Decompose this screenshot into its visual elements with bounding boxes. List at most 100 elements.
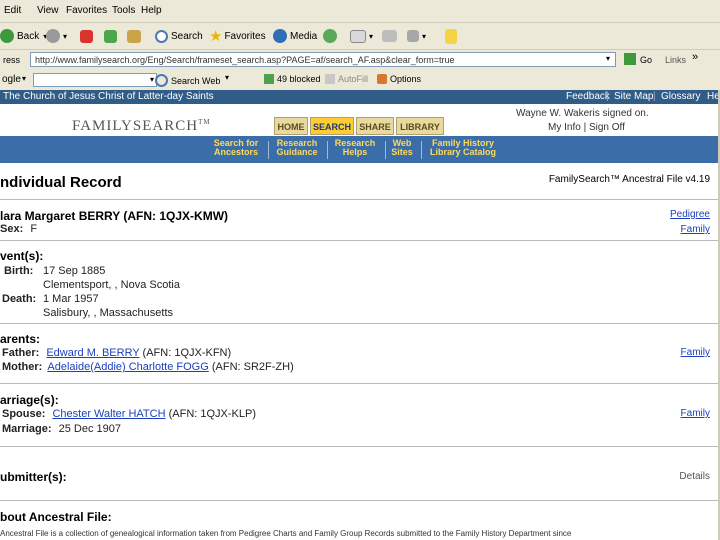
divider: [0, 199, 720, 200]
links-label[interactable]: Links: [665, 55, 686, 65]
print-icon: [382, 30, 397, 42]
options-button[interactable]: Options: [377, 74, 421, 84]
spouse-label: Spouse:: [2, 408, 46, 420]
mail-button[interactable]: ▾: [350, 26, 373, 46]
marriage-family-link[interactable]: Family: [681, 408, 710, 419]
nav-label-line2: Library Catalog: [429, 147, 496, 157]
stop-button[interactable]: [80, 26, 96, 46]
print-button[interactable]: [382, 26, 400, 46]
my-info-link[interactable]: My Info: [548, 122, 581, 133]
nav-label-line2: Ancestors: [213, 147, 258, 157]
menu-view[interactable]: View: [37, 5, 59, 16]
back-label: Back: [17, 30, 40, 42]
chevron-down-icon[interactable]: ▾: [422, 32, 426, 41]
search-web-label: Search Web: [171, 75, 221, 86]
menu-edit[interactable]: Edit: [4, 5, 21, 16]
history-button[interactable]: [323, 26, 340, 46]
sign-off-link[interactable]: Sign Off: [589, 122, 625, 133]
mother-label: Mother:: [2, 361, 43, 373]
menu-tools[interactable]: Tools: [112, 5, 135, 16]
feedback-link[interactable]: Feedback: [566, 91, 610, 102]
death-place: Salisbury, , Massachusetts: [43, 307, 174, 319]
sex-value: F: [30, 223, 38, 235]
address-bar: ress http://www.familysearch.org/Eng/Sea…: [0, 50, 720, 72]
events-heading: vent(s):: [0, 249, 44, 263]
home-icon: [127, 29, 141, 43]
tab-library[interactable]: LIBRARY: [396, 117, 444, 135]
menu-favorites[interactable]: Favorites: [66, 5, 107, 16]
tab-search[interactable]: SEARCH: [310, 117, 354, 135]
go-button[interactable]: Go: [640, 55, 652, 65]
chevron-right-icon[interactable]: »: [692, 51, 698, 63]
nav-label-line2: Guidance: [276, 147, 318, 157]
details-link[interactable]: Details: [679, 471, 710, 482]
chevron-down-icon[interactable]: ▾: [606, 54, 610, 63]
nav-web-sites[interactable]: Web Sites: [388, 139, 416, 157]
spouse-name-link[interactable]: Chester Walter HATCH: [52, 408, 165, 420]
popup-blocker-button[interactable]: 49 blocked: [264, 74, 321, 84]
media-button[interactable]: Media: [273, 26, 317, 46]
family-link[interactable]: Family: [681, 224, 710, 235]
divider: [0, 500, 720, 501]
site-map-link[interactable]: Site Map: [614, 91, 653, 102]
divider: [0, 383, 720, 384]
popup-blocked-count: 49 blocked: [277, 74, 321, 84]
google-label: ogle: [2, 74, 21, 85]
parents-family-link[interactable]: Family: [681, 347, 710, 358]
familysearch-logo[interactable]: FAMILYSEARCHTM: [72, 118, 211, 135]
home-button[interactable]: [127, 26, 144, 46]
mother-name-link[interactable]: Adelaide(Addie) Charlotte FOGG: [47, 361, 208, 373]
marriage-row: Marriage: 25 Dec 1907: [2, 423, 121, 435]
about-heading: bout Ancestral File:: [0, 510, 112, 524]
popup-blocker-icon: [264, 74, 274, 84]
stop-icon: [80, 29, 93, 43]
nav-label-line2: Sites: [391, 147, 413, 157]
chevron-down-icon[interactable]: ▾: [150, 75, 154, 84]
site-top-strip: The Church of Jesus Christ of Latter-day…: [0, 90, 720, 104]
pedigree-link[interactable]: Pedigree: [670, 209, 710, 220]
back-button[interactable]: Back ▾: [0, 26, 47, 46]
ancestral-file-version: FamilySearch™ Ancestral File v4.19: [548, 174, 710, 185]
church-name: The Church of Jesus Christ of Latter-day…: [3, 91, 214, 102]
address-input[interactable]: http://www.familysearch.org/Eng/Search/f…: [30, 52, 616, 67]
nav-research-helps[interactable]: Research Helps: [330, 139, 380, 157]
search-button[interactable]: Search: [155, 26, 203, 46]
edit-page-button[interactable]: ▾: [407, 26, 426, 46]
tab-share[interactable]: SHARE: [356, 117, 394, 135]
refresh-icon: [104, 29, 117, 43]
page-title: ndividual Record: [0, 174, 122, 191]
favorites-button[interactable]: ★ Favorites: [209, 26, 266, 46]
glossary-link[interactable]: Glossary: [661, 91, 700, 102]
refresh-button[interactable]: [104, 26, 120, 46]
divider: [0, 323, 720, 324]
father-label: Father:: [2, 347, 40, 359]
logo-text: FAMILYSEARCH: [72, 118, 199, 134]
messenger-button[interactable]: [445, 26, 460, 46]
nav-research-guidance[interactable]: Research Guidance: [272, 139, 322, 157]
address-label: ress: [3, 55, 21, 65]
nav-family-history-library-catalog[interactable]: Family History Library Catalog: [424, 139, 502, 157]
menu-help[interactable]: Help: [141, 5, 162, 16]
chevron-down-icon[interactable]: ▾: [225, 73, 229, 82]
sex-row: Sex: F: [0, 223, 37, 235]
forward-button[interactable]: ▾: [46, 26, 67, 46]
chevron-down-icon[interactable]: ▾: [63, 32, 67, 41]
search-web-button[interactable]: Search Web: [155, 74, 220, 87]
mother-row: Mother: Adelaide(Addie) Charlotte FOGG (…: [2, 361, 294, 373]
father-name-link[interactable]: Edward M. BERRY: [46, 347, 139, 359]
mail-icon: [350, 29, 366, 43]
autofill-button[interactable]: AutoFill: [325, 74, 368, 84]
options-icon: [377, 74, 387, 84]
search-icon: [155, 29, 168, 43]
chevron-down-icon[interactable]: ▾: [369, 32, 373, 41]
father-afn: (AFN: 1QJX-KFN): [142, 347, 232, 359]
nav-search-ancestors[interactable]: Search for Ancestors: [208, 139, 264, 157]
spouse-afn: (AFN: 1QJX-KLP): [168, 408, 257, 420]
tab-home[interactable]: HOME: [274, 117, 308, 135]
marriages-heading: arriage(s):: [0, 393, 59, 407]
birth-date: 17 Sep 1885: [43, 265, 106, 277]
chevron-down-icon[interactable]: ▾: [22, 74, 26, 83]
google-search-input[interactable]: [33, 73, 157, 87]
signed-in-status: Wayne W. Wakeris signed on.: [516, 108, 649, 119]
go-arrow-icon[interactable]: [624, 53, 636, 65]
